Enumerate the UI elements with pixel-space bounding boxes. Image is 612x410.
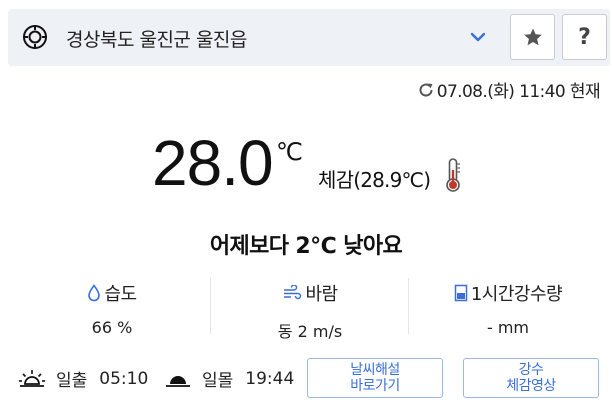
thermometer-icon xyxy=(446,158,460,192)
weather-commentary-button[interactable]: 날씨해설 바로가기 xyxy=(307,358,443,398)
wind-label: 바람 xyxy=(305,284,338,305)
commentary-line2: 바로가기 xyxy=(350,378,400,394)
wind-stat: 바람 동 2 m/s xyxy=(210,280,410,342)
refresh-icon[interactable] xyxy=(417,81,435,99)
star-icon xyxy=(523,28,542,46)
rainvideo-line1: 강수 xyxy=(518,362,544,378)
help-button[interactable]: ? xyxy=(562,14,607,60)
location-name[interactable]: 경상북도 울진군 울진읍 xyxy=(66,25,247,52)
droplet-icon xyxy=(88,284,101,302)
sunset-time: 19:44 xyxy=(245,368,295,389)
sunset-label: 일몰 xyxy=(202,371,234,391)
sunrise-time: 05:10 xyxy=(99,368,149,389)
sunset-icon xyxy=(166,375,190,387)
humidity-stat: 습도 66 % xyxy=(12,280,212,337)
refresh-timestamp[interactable]: 07.08.(화) 11:40 현재 xyxy=(417,77,601,102)
sunrise-label: 일출 xyxy=(56,371,88,391)
rain-label: 1시간강수량 xyxy=(470,284,563,305)
update-time: 07.08.(화) 11:40 현재 xyxy=(436,82,601,102)
yesterday-comparison: 어제보다 2℃ 낮아요 xyxy=(209,234,403,259)
question-icon: ? xyxy=(578,24,591,50)
rain-value: - mm xyxy=(486,318,530,337)
wind-icon xyxy=(284,285,302,300)
rainvideo-line2: 체감영상 xyxy=(506,378,556,394)
chevron-down-icon[interactable] xyxy=(468,27,488,47)
sunrise-icon xyxy=(19,369,45,387)
commentary-line1: 날씨해설 xyxy=(350,362,400,378)
temperature-unit: ℃ xyxy=(276,139,303,166)
sunrise: 일출 05:10 xyxy=(18,366,148,391)
feels-like: 체감(28.9℃) xyxy=(318,168,431,192)
crosshair-icon[interactable] xyxy=(22,24,48,50)
favorite-button[interactable] xyxy=(510,14,555,60)
rain-stat: 1시간강수량 - mm xyxy=(408,280,608,337)
wind-value: 동 2 m/s xyxy=(277,322,343,341)
location-bar: 경상북도 울진군 울진읍 ? xyxy=(8,9,610,66)
current-temperature: 28.0 xyxy=(152,127,274,199)
humidity-value: 66 % xyxy=(91,318,133,337)
rain-video-button[interactable]: 강수 체감영상 xyxy=(463,358,599,398)
sunset: 일몰 19:44 xyxy=(164,366,294,391)
rain-gauge-icon xyxy=(454,284,468,302)
humidity-label: 습도 xyxy=(104,284,137,305)
